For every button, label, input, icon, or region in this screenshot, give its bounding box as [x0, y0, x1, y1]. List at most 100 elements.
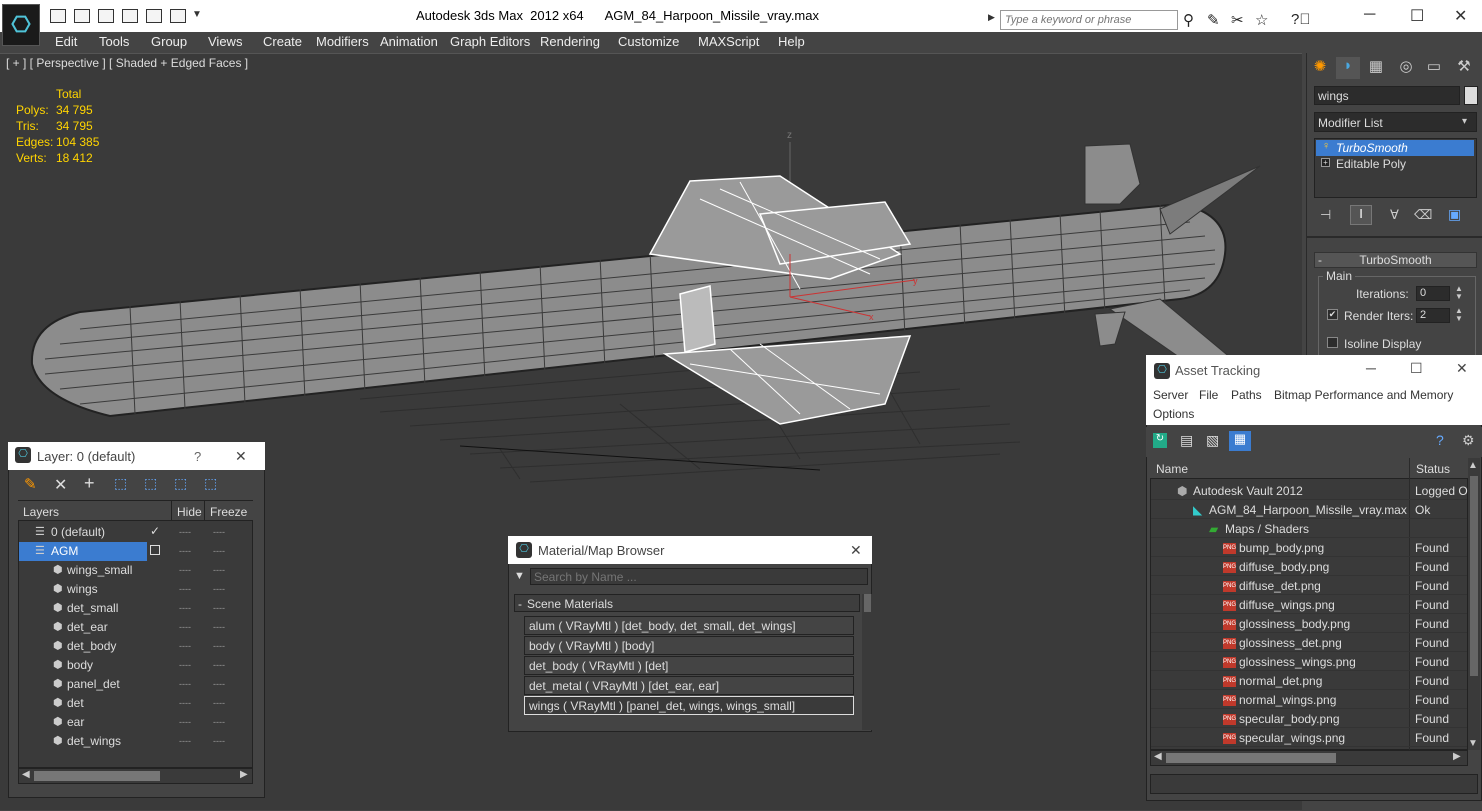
motion-tab-icon[interactable]: ◎ — [1394, 57, 1418, 79]
freeze-toggle[interactable]: ---- — [213, 717, 225, 727]
menu-animation[interactable]: Animation — [380, 34, 438, 49]
new-layer-icon[interactable]: ✎ — [24, 475, 37, 493]
freeze-toggle[interactable]: ---- — [213, 660, 225, 670]
lightbulb-icon[interactable]: ♀ — [1322, 140, 1330, 152]
redo-icon[interactable] — [170, 9, 186, 23]
freeze-toggle[interactable]: ---- — [213, 698, 225, 708]
set-current-layer-icon[interactable]: ⬚ — [174, 475, 187, 492]
asset-row[interactable]: PNG bump_body.png Found — [1151, 538, 1467, 557]
hide-toggle[interactable]: ---- — [179, 660, 191, 670]
quick-access-dropdown-icon[interactable]: ▼ — [192, 9, 202, 20]
favorites-star-icon[interactable]: ☆ — [1255, 11, 1268, 29]
rollout-collapse-icon[interactable]: - — [1318, 253, 1322, 267]
asset-path-field[interactable] — [1150, 774, 1478, 794]
binoculars-icon[interactable]: ⚲ — [1183, 11, 1194, 29]
asset-row[interactable]: PNG specular_wings.png Found — [1151, 728, 1467, 747]
hide-toggle[interactable]: ---- — [179, 565, 191, 575]
object-color-swatch[interactable] — [1464, 86, 1478, 105]
settings-icon[interactable]: ⚙ — [1462, 432, 1475, 449]
maximize-icon[interactable]: ☐ — [1410, 360, 1423, 377]
render-iters-spinner[interactable]: 2 — [1416, 308, 1450, 323]
material-item[interactable]: wings ( VRayMtl ) [panel_det, wings, win… — [524, 696, 854, 715]
scroll-down-icon[interactable]: ▼ — [1468, 738, 1478, 749]
list-view-icon[interactable]: ▤ — [1180, 432, 1193, 449]
layer-row[interactable]: ☰ AGM — [19, 542, 147, 561]
close-icon[interactable]: ✕ — [1456, 360, 1468, 377]
viewport-label[interactable]: [ + ] [ Perspective ] [ Shaded + Edged F… — [6, 56, 248, 70]
pin-stack-icon[interactable]: ⊣ — [1320, 207, 1331, 223]
help-button[interactable]: ? — [194, 449, 201, 464]
asset-row[interactable]: PNG normal_det.png Found — [1151, 671, 1467, 690]
utilities-tab-icon[interactable]: ⚒ — [1452, 57, 1476, 79]
show-end-result-icon[interactable]: Ι — [1350, 205, 1372, 225]
menu-bitmap-performance[interactable]: Bitmap Performance and Memory — [1274, 388, 1453, 402]
menu-modifiers[interactable]: Modifiers — [316, 34, 369, 49]
current-layer-check-icon[interactable]: ✓ — [150, 524, 160, 538]
scrollbar-thumb[interactable] — [864, 594, 871, 612]
freeze-toggle[interactable]: ---- — [213, 679, 225, 689]
minimize-icon[interactable]: ─ — [1364, 6, 1375, 24]
menu-create[interactable]: Create — [263, 34, 302, 49]
modifier-list-dropdown[interactable]: Modifier List — [1314, 112, 1477, 132]
menu-file[interactable]: File — [1199, 388, 1218, 402]
save-icon[interactable] — [74, 9, 90, 23]
col-freeze[interactable]: Freeze — [210, 505, 247, 519]
communication-icon[interactable]: ✂ — [1231, 11, 1244, 29]
hold-icon[interactable] — [122, 9, 138, 23]
col-hide[interactable]: Hide — [177, 505, 202, 519]
freeze-toggle[interactable]: ---- — [213, 565, 225, 575]
table-view-icon[interactable]: ▦ — [1229, 431, 1251, 451]
menu-paths[interactable]: Paths — [1231, 388, 1262, 402]
menu-edit[interactable]: Edit — [55, 34, 77, 49]
spinner-arrows-icon[interactable]: ▲ ▼ — [1455, 285, 1463, 301]
add-to-layer-icon[interactable]: + — [84, 473, 95, 494]
minimize-icon[interactable]: ─ — [1366, 360, 1376, 376]
freeze-toggle[interactable]: ---- — [213, 527, 225, 537]
hide-toggle[interactable]: ---- — [179, 641, 191, 651]
asset-row[interactable]: PNG diffuse_det.png Found — [1151, 576, 1467, 595]
material-item[interactable]: body ( VRayMtl ) [body] — [524, 636, 854, 655]
freeze-toggle[interactable]: ---- — [213, 546, 225, 556]
undo-icon[interactable] — [146, 9, 162, 23]
col-status[interactable]: Status — [1416, 462, 1450, 476]
menu-maxscript[interactable]: MAXScript — [698, 34, 759, 49]
menu-help[interactable]: Help — [778, 34, 805, 49]
scroll-left-icon[interactable]: ◀ — [22, 769, 30, 780]
stack-item-turbosmooth[interactable]: TurboSmooth — [1316, 140, 1474, 156]
material-item[interactable]: det_metal ( VRayMtl ) [det_ear, ear] — [524, 676, 854, 695]
col-layers[interactable]: Layers — [23, 505, 59, 519]
make-unique-icon[interactable]: ∀ — [1390, 207, 1399, 223]
menu-rendering[interactable]: Rendering — [540, 34, 600, 49]
scrollbar-thumb[interactable] — [34, 771, 160, 781]
material-item[interactable]: det_body ( VRayMtl ) [det] — [524, 656, 854, 675]
hide-toggle[interactable]: ---- — [179, 717, 191, 727]
configure-modifier-sets-icon[interactable]: ▣ — [1448, 206, 1461, 223]
hide-toggle[interactable]: ---- — [179, 736, 191, 746]
hide-toggle[interactable]: ---- — [179, 546, 191, 556]
refresh-icon[interactable]: ↻ — [1153, 433, 1167, 448]
help-icon[interactable]: ? — [1436, 432, 1444, 448]
scrollbar-thumb[interactable] — [1470, 476, 1478, 676]
modify-tab-icon[interactable]: ◗ — [1336, 57, 1360, 79]
open-icon[interactable] — [50, 9, 66, 23]
material-search-input[interactable] — [530, 568, 868, 585]
hide-toggle[interactable]: ---- — [179, 603, 191, 613]
close-button[interactable]: ✕ — [235, 448, 247, 465]
hide-toggle[interactable]: ---- — [179, 584, 191, 594]
spinner-arrows-icon[interactable]: ▲ ▼ — [1455, 307, 1463, 323]
chevron-down-icon[interactable]: ▾ — [1462, 116, 1467, 127]
new-icon[interactable] — [98, 9, 114, 23]
hide-toggle[interactable]: ---- — [179, 527, 191, 537]
asset-row[interactable]: PNG diffuse_body.png Found — [1151, 557, 1467, 576]
scroll-right-icon[interactable]: ▶ — [240, 769, 248, 780]
material-item[interactable]: alum ( VRayMtl ) [det_body, det_small, d… — [524, 616, 854, 635]
freeze-toggle[interactable]: ---- — [213, 603, 225, 613]
scrollbar-thumb[interactable] — [1166, 753, 1336, 763]
display-tab-icon[interactable]: ▭ — [1422, 57, 1446, 79]
close-button[interactable]: ✕ — [850, 542, 862, 559]
asset-row[interactable]: PNG glossiness_wings.png Found — [1151, 652, 1467, 671]
select-objects-icon[interactable]: ⬚ — [114, 475, 127, 492]
freeze-toggle[interactable]: ---- — [213, 584, 225, 594]
asset-row[interactable]: PNG glossiness_body.png Found — [1151, 614, 1467, 633]
col-name[interactable]: Name — [1156, 462, 1188, 476]
